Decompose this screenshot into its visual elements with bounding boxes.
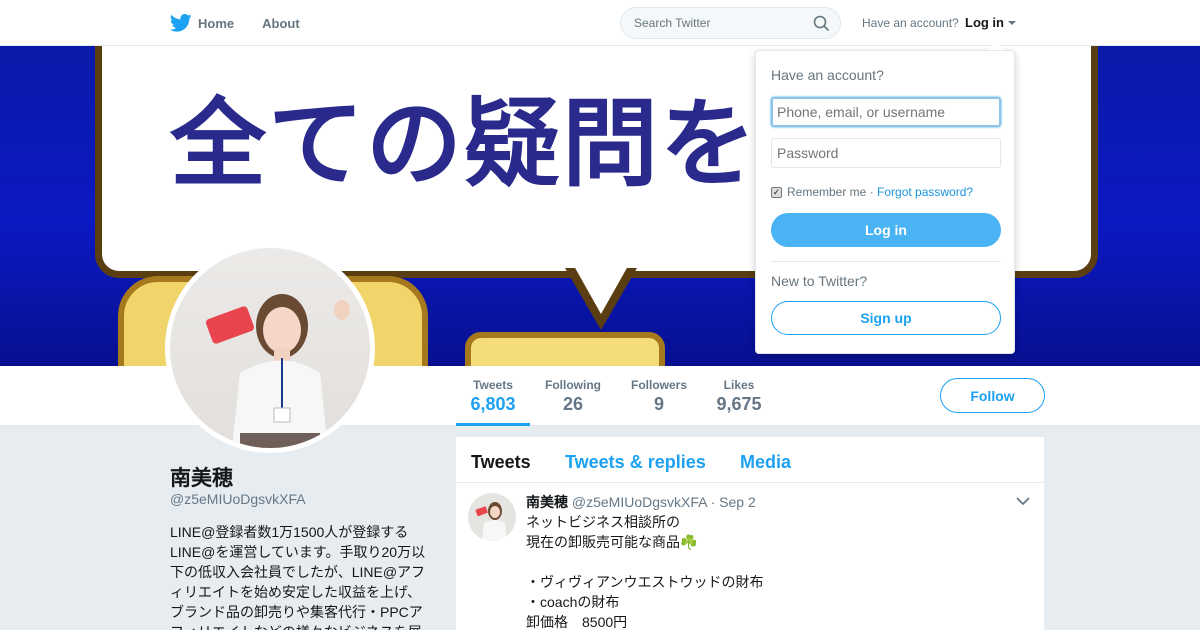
tab-tweets[interactable]: Tweets xyxy=(471,452,531,473)
tweet-header: 南美穂 @z5eMIUoDgsvkXFA · Sep 2 xyxy=(526,492,756,512)
username-input[interactable] xyxy=(771,97,1001,127)
profile-avatar[interactable] xyxy=(165,243,375,453)
stat-value: 6,803 xyxy=(470,394,516,414)
tweet-author-handle[interactable]: @z5eMIUoDgsvkXFA xyxy=(572,494,707,510)
profile-name: 南美穂 xyxy=(170,467,233,490)
tab-tweets-replies[interactable]: Tweets & replies xyxy=(565,452,706,473)
have-account-text: Have an account? xyxy=(862,16,959,30)
chevron-down-icon[interactable] xyxy=(1016,497,1030,506)
remember-me-label[interactable]: Remember me xyxy=(787,185,866,199)
stat-followers[interactable]: Followers 9 xyxy=(624,378,694,415)
tweet-date[interactable]: · Sep 2 xyxy=(711,494,756,510)
tweet-item[interactable]: 南美穂 @z5eMIUoDgsvkXFA · Sep 2 ネットビジネス相談所の… xyxy=(456,483,1044,630)
signup-button[interactable]: Sign up xyxy=(771,301,1001,335)
forgot-password-link[interactable]: Forgot password? xyxy=(877,185,973,199)
timeline: Tweets Tweets & replies Media 南美穂 @z5eMI… xyxy=(456,437,1044,630)
stat-label: Tweets xyxy=(473,378,513,392)
dropdown-title: Have an account? xyxy=(771,67,884,83)
twitter-bird-icon xyxy=(170,14,192,32)
search-input[interactable]: Search Twitter xyxy=(620,7,841,39)
banner-gold-shape xyxy=(465,332,665,366)
stat-value: 9,675 xyxy=(716,394,762,414)
tweet-author-name[interactable]: 南美穂 xyxy=(526,494,568,510)
caret-down-icon xyxy=(1008,20,1016,25)
timeline-tabs: Tweets Tweets & replies Media xyxy=(456,437,1044,483)
profile-bio: LINE@登録者数1万1500人が登録するLINE@を運営しています。手取り20… xyxy=(170,524,426,630)
stat-value: 26 xyxy=(562,394,584,414)
login-dropdown-toggle[interactable]: Log in xyxy=(965,15,1016,30)
nav-about-link[interactable]: About xyxy=(262,16,300,31)
password-input[interactable] xyxy=(771,138,1001,168)
nav-home-link[interactable]: Home xyxy=(170,14,234,32)
tweet-text: ネットビジネス相談所の 現在の卸販売可能な商品☘️ ・ヴィヴィアンウエストウッド… xyxy=(526,514,764,630)
remember-row: ✓ Remember me · Forgot password? xyxy=(771,185,973,199)
banner-text: 全ての疑問を xyxy=(170,87,758,200)
dropdown-divider xyxy=(771,261,1001,262)
new-to-twitter-text: New to Twitter? xyxy=(771,273,868,289)
remember-me-checkbox[interactable]: ✓ xyxy=(771,186,782,198)
stat-label: Following xyxy=(545,378,601,392)
login-link-label: Log in xyxy=(965,15,1004,30)
stat-following[interactable]: Following 26 xyxy=(538,378,608,415)
search-icon[interactable] xyxy=(813,15,830,32)
login-button[interactable]: Log in xyxy=(771,213,1001,247)
tweet-avatar-illustration xyxy=(475,502,507,541)
profile-handle[interactable]: @z5eMIUoDgsvkXFA xyxy=(170,491,306,507)
stat-label: Likes xyxy=(723,378,755,392)
search-placeholder: Search Twitter xyxy=(634,16,711,30)
nav-home-label: Home xyxy=(198,15,235,31)
stat-label: Followers xyxy=(630,378,687,392)
tab-media[interactable]: Media xyxy=(740,452,791,473)
banner-bubble-tail-inner xyxy=(574,266,628,314)
top-navigation-bar: Home About Search Twitter Have an accoun… xyxy=(0,0,1200,46)
tweet-avatar[interactable] xyxy=(468,493,516,541)
nav-about-label: About xyxy=(262,15,300,31)
avatar-photo xyxy=(170,248,370,448)
stat-value: 9 xyxy=(653,394,664,414)
stat-tweets[interactable]: Tweets 6,803 xyxy=(456,378,530,415)
dropdown-arrow xyxy=(988,42,1004,50)
avatar-illustration xyxy=(206,294,350,448)
stat-likes[interactable]: Likes 9,675 xyxy=(704,378,774,415)
follow-button[interactable]: Follow xyxy=(940,378,1045,413)
login-dropdown: Have an account? ✓ Remember me · Forgot … xyxy=(755,50,1015,354)
separator-dot: · xyxy=(866,185,878,199)
active-stat-underline xyxy=(456,423,530,426)
